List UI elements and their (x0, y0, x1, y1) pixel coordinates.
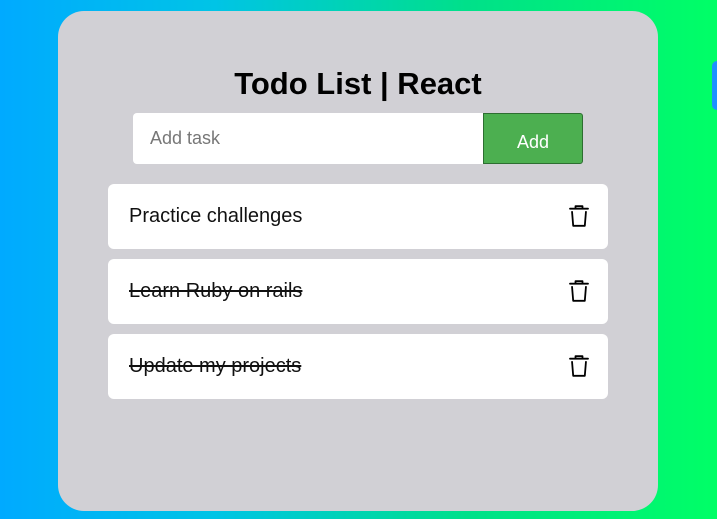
add-task-form: Add (133, 113, 583, 164)
add-task-input[interactable] (133, 113, 483, 164)
todo-item-text[interactable]: Learn Ruby on rails (129, 259, 302, 324)
todo-list: Practice challenges Learn Ruby on rails … (108, 184, 608, 409)
todo-item: Update my projects (108, 334, 608, 399)
todo-item-text[interactable]: Update my projects (129, 334, 301, 399)
side-tab[interactable] (712, 61, 717, 110)
trash-icon[interactable] (568, 204, 590, 228)
add-button[interactable]: Add (483, 113, 583, 164)
todo-item: Practice challenges (108, 184, 608, 249)
trash-icon[interactable] (568, 354, 590, 378)
trash-icon[interactable] (568, 279, 590, 303)
todo-item: Learn Ruby on rails (108, 259, 608, 324)
page-title: Todo List | React (234, 66, 482, 101)
todo-card: Todo List | React Add Practice challenge… (58, 11, 658, 511)
todo-item-text[interactable]: Practice challenges (129, 184, 302, 249)
